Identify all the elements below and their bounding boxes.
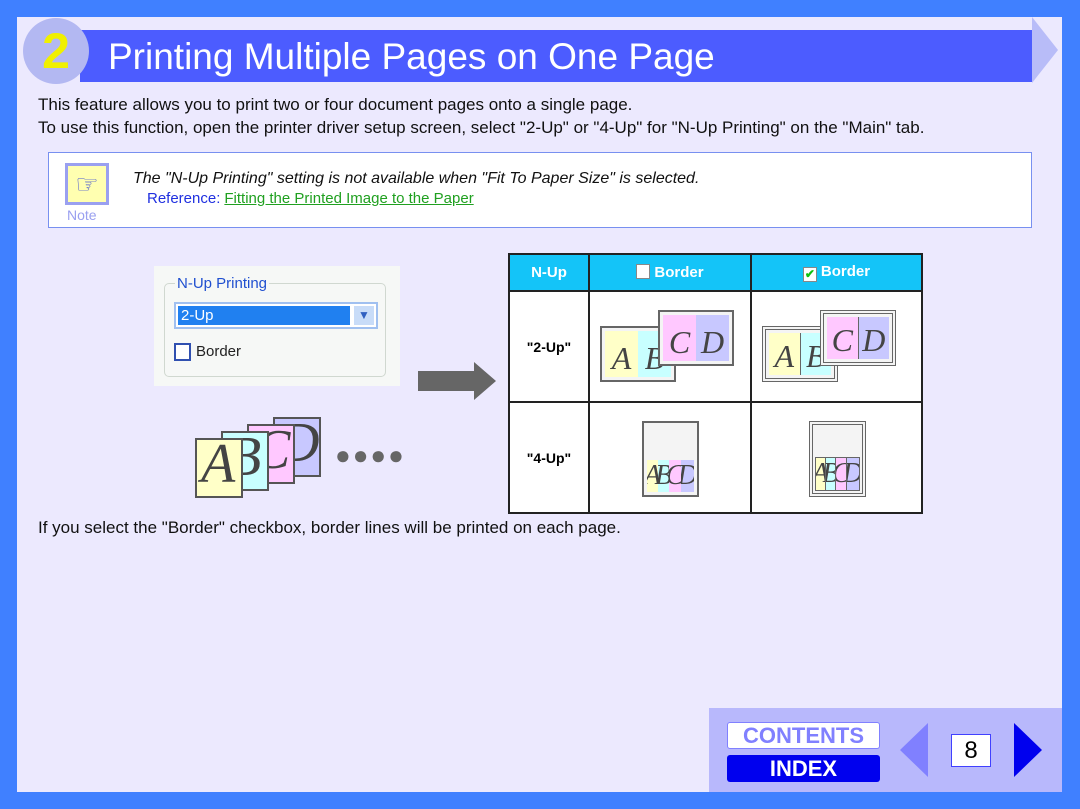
note-text: The "N-Up Printing" setting is not avail… xyxy=(133,170,700,187)
page-C: C xyxy=(669,460,682,492)
4up-no-border: ABCD xyxy=(588,401,752,514)
header-border-on-label: Border xyxy=(820,263,871,280)
document-pages-illustration: DCBA xyxy=(195,417,325,498)
page-A: A xyxy=(814,457,827,491)
page-D: D xyxy=(845,457,860,491)
2up-thumbnail: ABCD xyxy=(762,310,902,390)
reference-prefix: Reference: xyxy=(147,190,221,207)
nup-group xyxy=(164,283,386,377)
section-number: 2 xyxy=(23,18,89,84)
page-D: D xyxy=(857,317,889,359)
chevron-down-icon[interactable]: ▼ xyxy=(354,306,374,325)
row-label-2up: "2-Up" xyxy=(508,290,590,403)
nup-select-value: 2-Up xyxy=(178,306,350,325)
header-nup: N-Up xyxy=(508,253,590,292)
ellipsis-dots: ●●●● xyxy=(335,440,406,470)
reference: Reference: Fitting the Printed Image to t… xyxy=(147,190,474,207)
sheet: CD xyxy=(820,310,896,366)
page-title: Printing Multiple Pages on One Page xyxy=(108,36,715,77)
checked-box-icon: ✔ xyxy=(802,267,817,282)
pointing-hand-icon: ☞ xyxy=(65,163,109,205)
page-D: D xyxy=(696,315,729,361)
header-border-on: ✔ Border xyxy=(750,253,923,292)
intro-line-2: To use this function, open the printer d… xyxy=(38,118,925,137)
page-A: A xyxy=(769,333,800,375)
2up-border: ABCD xyxy=(750,290,923,403)
note-label: Note xyxy=(67,207,97,223)
index-button[interactable]: INDEX xyxy=(727,755,880,782)
4up-thumbnail: ABCD xyxy=(808,421,866,497)
4up-border: ABCD xyxy=(750,401,923,514)
previous-page-icon[interactable] xyxy=(900,723,928,777)
header-border-off-label: Border xyxy=(654,264,704,281)
page-C: C xyxy=(827,317,858,359)
row-label-4up: "4-Up" xyxy=(508,401,590,514)
page-A: A xyxy=(605,331,638,377)
border-checkbox-label: Border xyxy=(196,343,242,360)
nup-select[interactable]: 2-Up ▼ xyxy=(174,302,378,329)
2up-no-border: ABCD xyxy=(588,290,752,403)
sheet: CD xyxy=(658,310,734,366)
page-B: B xyxy=(658,460,669,492)
intro-line-1: This feature allows you to print two or … xyxy=(38,95,633,114)
page-D: D xyxy=(681,460,695,492)
nup-table: N-Up Border ✔ Border "2-Up" A B C D A B C D "4-Up… xyxy=(508,253,923,514)
unchecked-box-icon xyxy=(636,264,651,279)
border-checkbox[interactable] xyxy=(174,343,191,361)
2up-thumbnail: ABCD xyxy=(600,310,740,390)
header-border-off: Border xyxy=(588,253,752,292)
title-arrow-decoration xyxy=(1032,17,1058,83)
contents-button[interactable]: CONTENTS xyxy=(727,722,880,749)
page-number: 8 xyxy=(951,734,991,767)
footer-text: If you select the "Border" checkbox, bor… xyxy=(38,518,621,537)
note-box: ☞ Note The "N-Up Printing" setting is no… xyxy=(48,152,1032,228)
page-C: C xyxy=(663,315,696,361)
4up-thumbnail: ABCD xyxy=(642,421,699,497)
right-arrow-icon xyxy=(418,362,496,400)
reference-link[interactable]: Fitting the Printed Image to the Paper xyxy=(224,190,473,207)
page-C: C xyxy=(834,457,848,491)
next-page-icon[interactable] xyxy=(1014,723,1042,777)
nup-group-label: N-Up Printing xyxy=(175,275,270,292)
page-B: B xyxy=(824,457,837,491)
page-A: A xyxy=(195,438,243,498)
page-A: A xyxy=(647,460,658,492)
